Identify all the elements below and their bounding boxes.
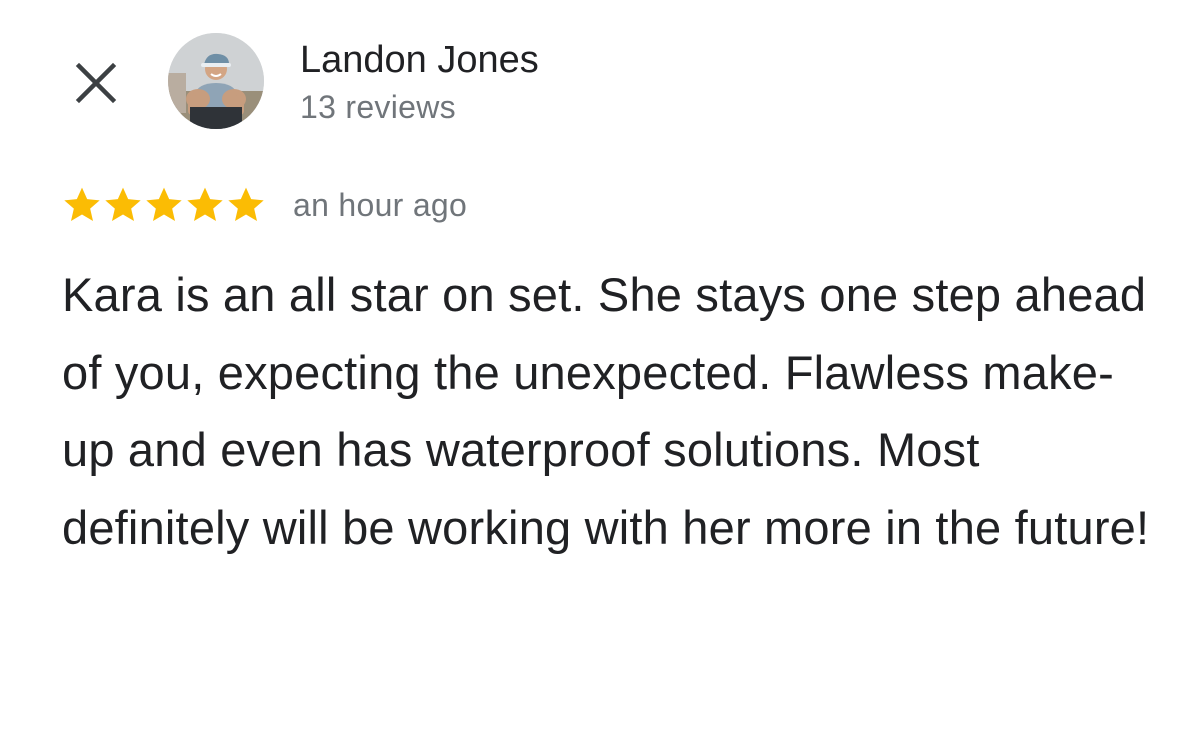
star-icon [187, 187, 223, 221]
avatar[interactable] [168, 33, 264, 129]
person-avatar-icon [168, 33, 264, 129]
star-rating [62, 185, 267, 225]
star-icon [64, 187, 100, 221]
rating-row: an hour ago [62, 183, 467, 227]
close-button[interactable] [70, 57, 122, 109]
review-timestamp: an hour ago [293, 187, 468, 223]
star-icon [105, 187, 141, 221]
close-icon[interactable] [75, 62, 117, 104]
star-icon [146, 187, 182, 221]
review-header: Landon Jones 13 reviews [0, 0, 1179, 150]
review-text: Kara is an all star on set. She stays on… [62, 268, 1150, 554]
star-icon [228, 187, 264, 221]
reviewer-name[interactable]: Landon Jones [300, 38, 539, 82]
review-count: 13 reviews [300, 89, 456, 125]
